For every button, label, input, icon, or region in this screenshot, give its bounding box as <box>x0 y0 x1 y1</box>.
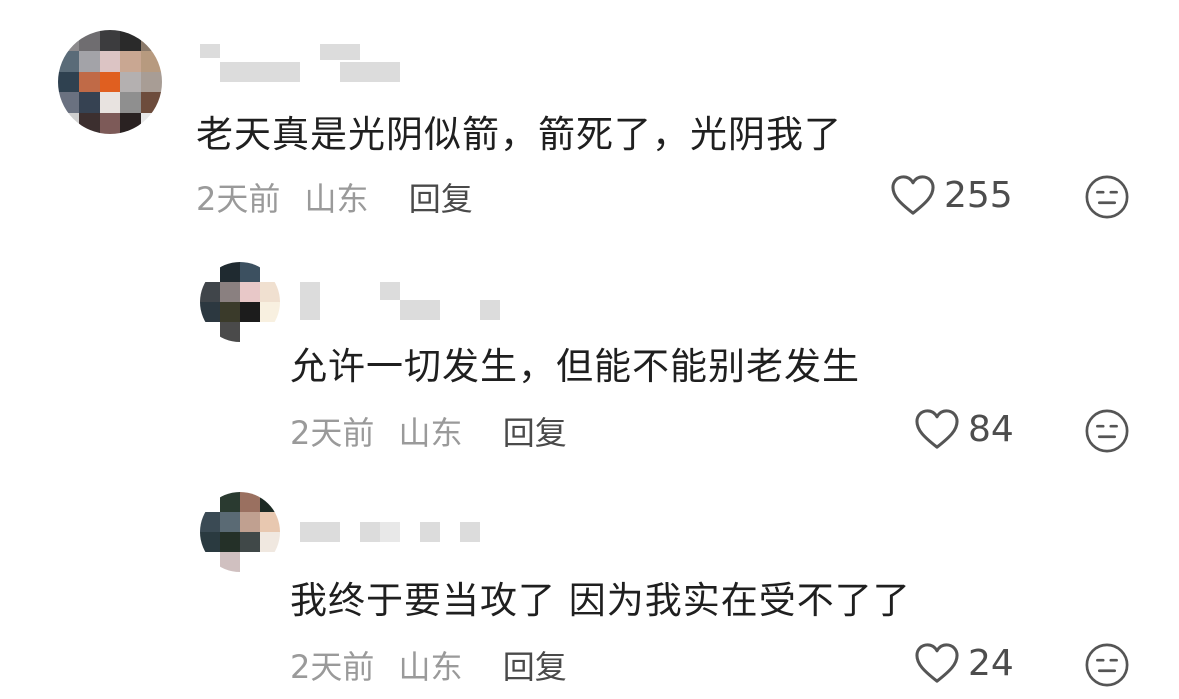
username-blurred[interactable] <box>300 282 500 320</box>
comment-meta: 2天前 山东 回复 <box>196 174 473 220</box>
comment-location: 山东 <box>398 414 463 452</box>
comment-item: 老天真是光阴似箭，箭死了，光阴我了 2天前 山东 回复 255 <box>0 0 1179 230</box>
reply-button[interactable]: 回复 <box>503 414 567 452</box>
comment-time: 2天前 <box>290 648 375 686</box>
reply-item: 允许一切发生，但能不能别老发生 2天前 山东 回复 84 <box>0 250 1179 470</box>
heart-outline-icon <box>915 643 959 683</box>
reply-item: 我终于要当攻了 因为我实在受不了了 2天前 山东 回复 24 <box>0 480 1179 699</box>
comment-location: 山东 <box>304 180 369 218</box>
comment-meta: 2天前 山东 回复 <box>290 408 567 454</box>
neutral-face-icon[interactable] <box>1084 408 1130 454</box>
reply-button[interactable]: 回复 <box>503 648 567 686</box>
like-button[interactable]: 24 <box>914 642 1014 684</box>
like-button[interactable]: 84 <box>914 408 1014 450</box>
comment-text: 老天真是光阴似箭，箭死了，光阴我了 <box>196 113 842 156</box>
reply-button[interactable]: 回复 <box>409 180 473 218</box>
comment-location: 山东 <box>398 648 463 686</box>
neutral-face-icon[interactable] <box>1084 174 1130 220</box>
like-count: 24 <box>968 642 1014 684</box>
username-blurred[interactable] <box>200 44 400 82</box>
like-button[interactable]: 255 <box>890 174 1013 216</box>
like-count: 255 <box>944 174 1013 216</box>
heart-outline-icon <box>915 409 959 449</box>
avatar[interactable] <box>200 262 280 342</box>
heart-outline-icon <box>891 175 935 215</box>
comment-meta: 2天前 山东 回复 <box>290 642 567 688</box>
neutral-face-icon[interactable] <box>1084 642 1130 688</box>
avatar[interactable] <box>58 30 162 134</box>
comment-time: 2天前 <box>196 180 281 218</box>
comment-text: 我终于要当攻了 因为我实在受不了了 <box>290 579 911 622</box>
like-count: 84 <box>968 408 1014 450</box>
avatar[interactable] <box>200 492 280 572</box>
comment-time: 2天前 <box>290 414 375 452</box>
username-blurred[interactable] <box>300 522 480 560</box>
comment-text: 允许一切发生，但能不能别老发生 <box>290 345 860 388</box>
